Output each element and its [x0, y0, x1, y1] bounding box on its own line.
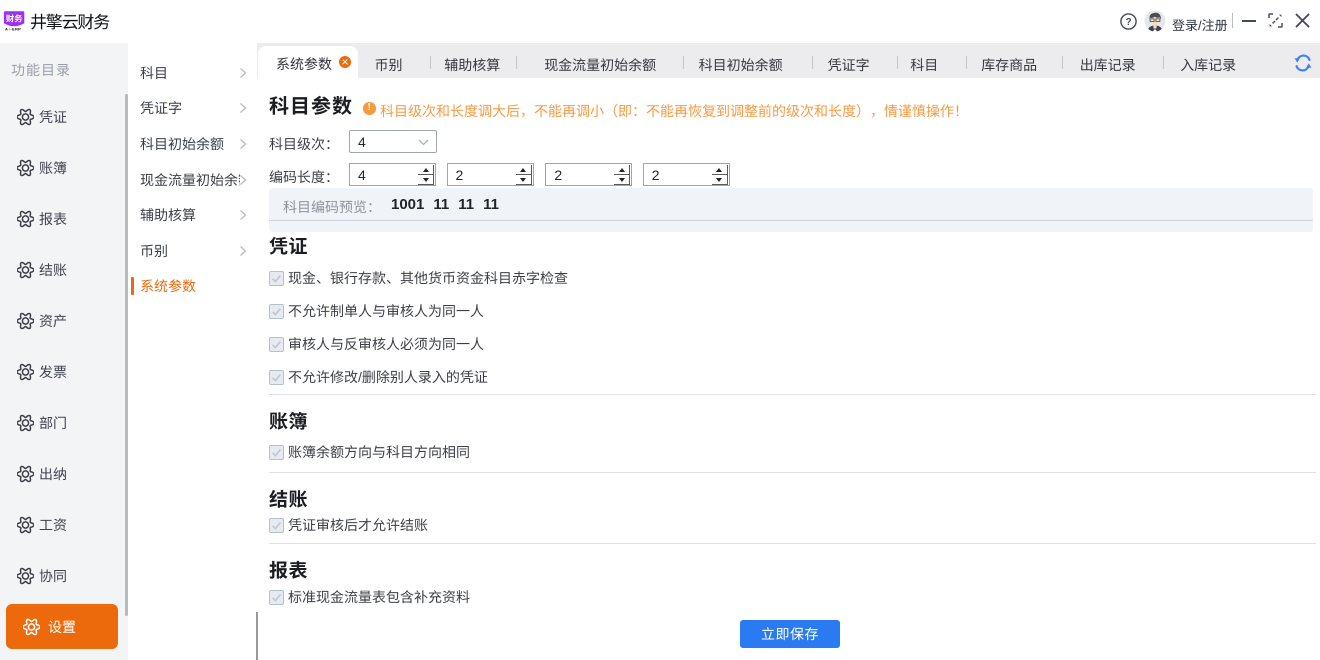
svg-text:财务: 财务 — [6, 14, 23, 24]
svg-text:·ERP: ·ERP — [10, 26, 21, 31]
svg-text:?: ? — [1125, 17, 1131, 28]
